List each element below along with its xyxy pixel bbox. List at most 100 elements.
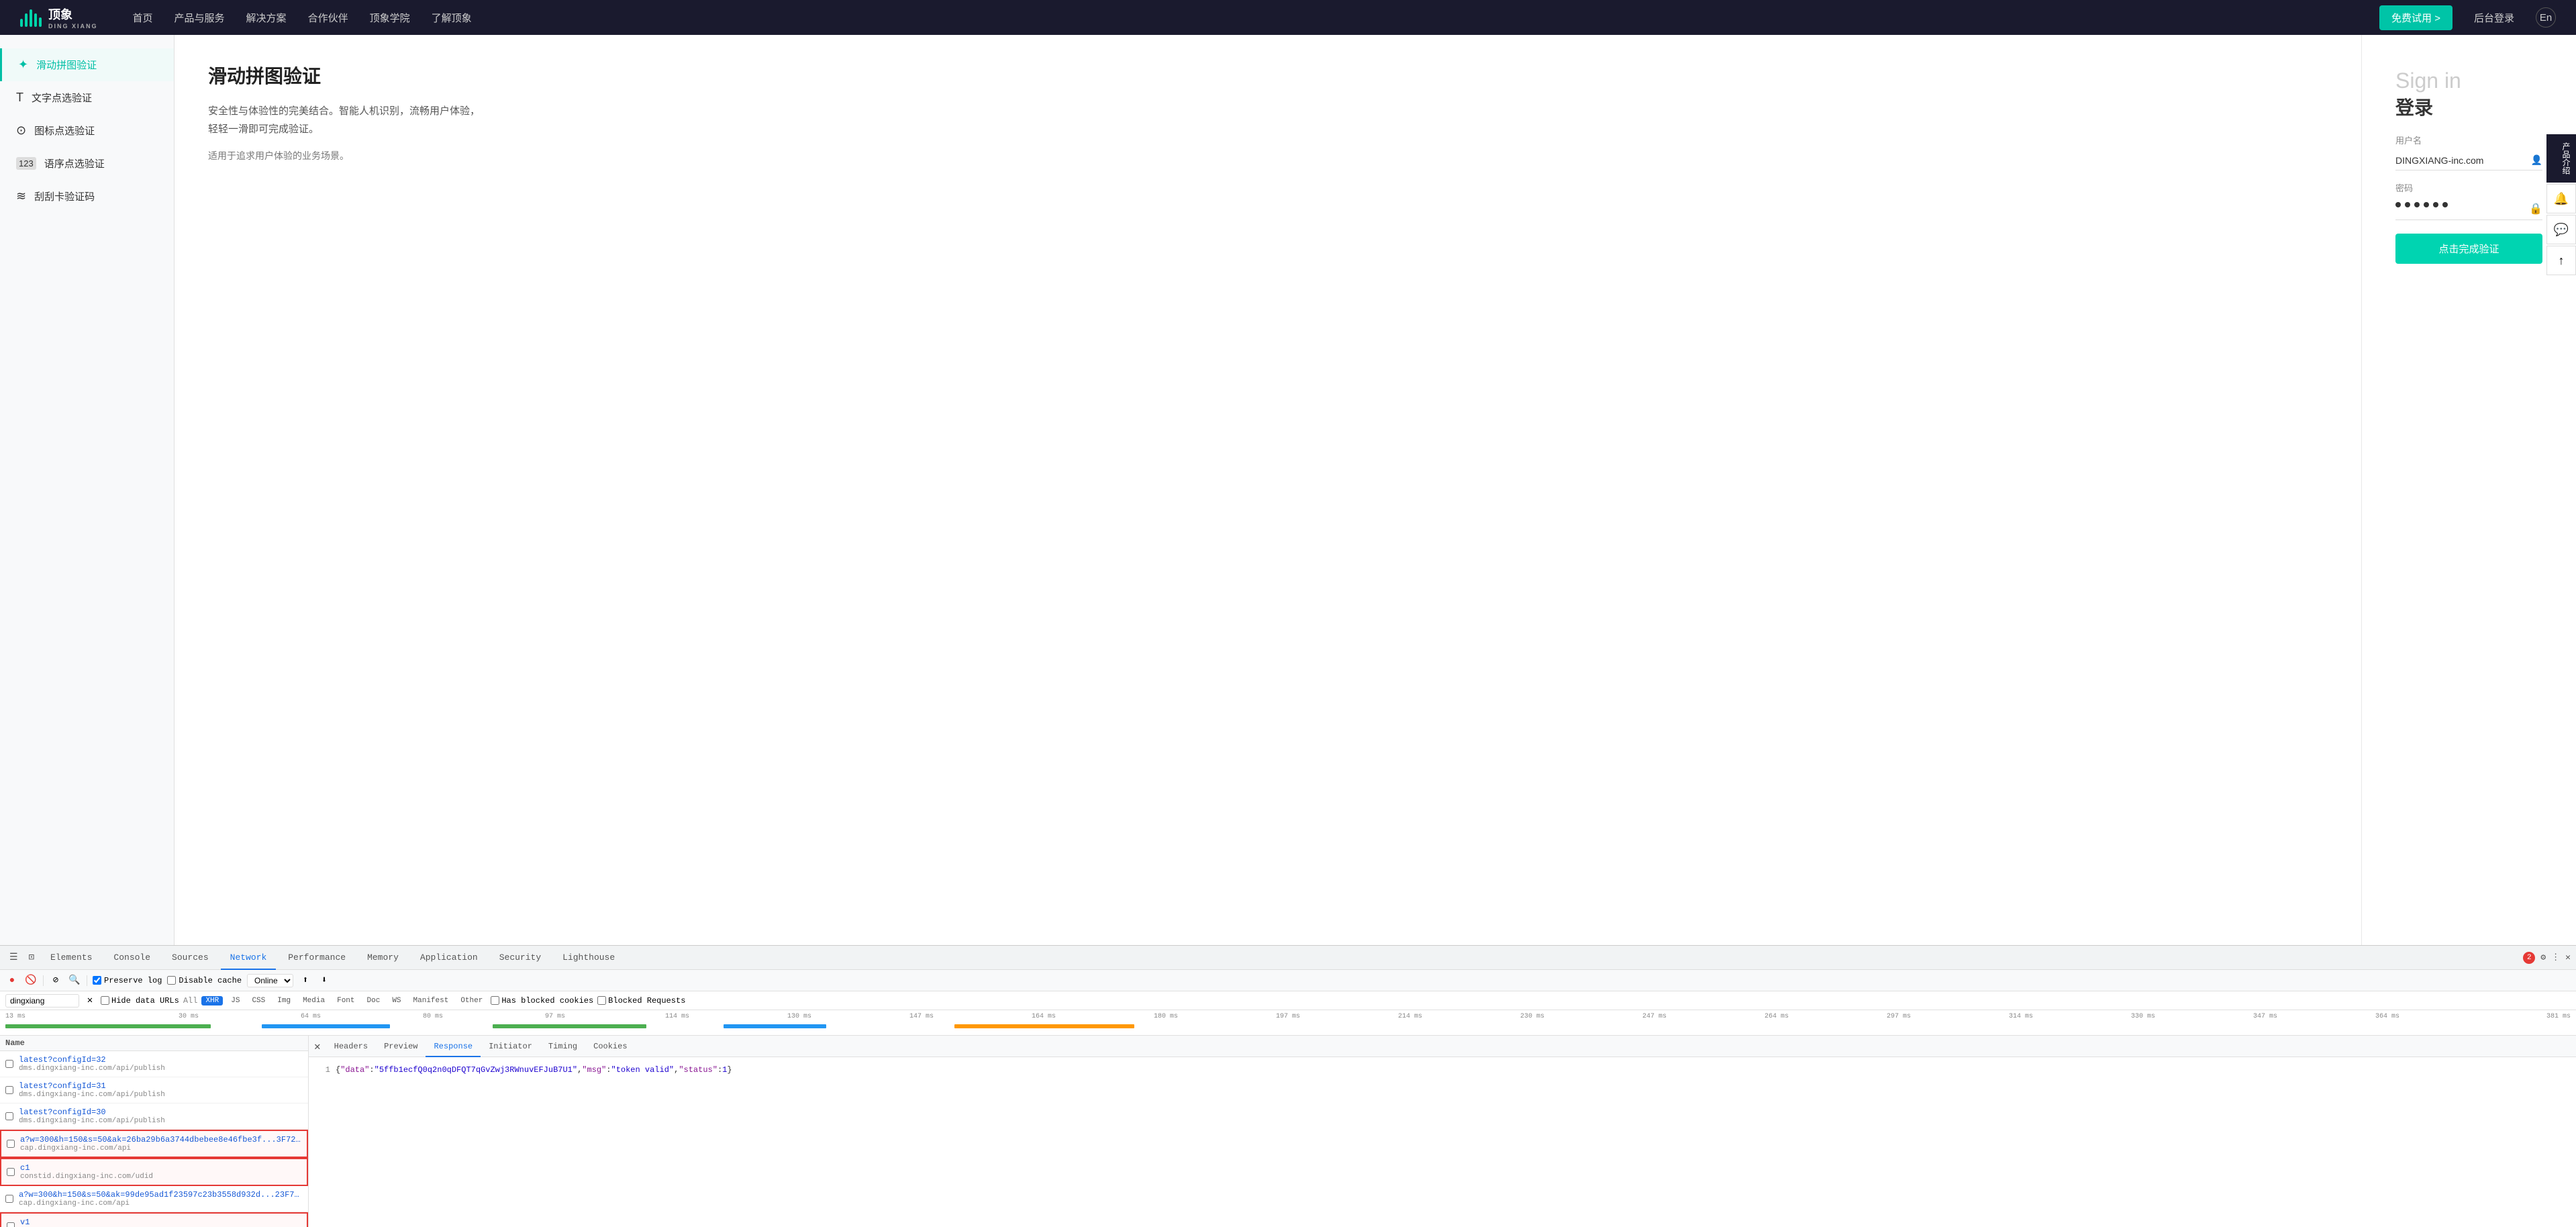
- tab-network[interactable]: Network: [221, 946, 277, 970]
- has-blocked-cookies-checkbox[interactable]: Has blocked cookies: [491, 996, 593, 1005]
- detail-tab-timing[interactable]: Timing: [540, 1036, 585, 1057]
- network-row-6[interactable]: v1 cap.dingxiang-inc.com/api: [0, 1212, 308, 1227]
- filter-font[interactable]: Font: [333, 996, 358, 1005]
- row-1-checkbox[interactable]: [5, 1086, 13, 1094]
- filter-manifest[interactable]: Manifest: [409, 996, 453, 1005]
- devtools-icon-1[interactable]: ☰: [5, 952, 22, 963]
- filter-doc[interactable]: Doc: [363, 996, 385, 1005]
- detail-tab-initiator[interactable]: Initiator: [481, 1036, 540, 1057]
- nav-link-products[interactable]: 产品与服务: [175, 11, 225, 25]
- detail-close-button[interactable]: ✕: [309, 1036, 326, 1057]
- nav-link-solutions[interactable]: 解决方案: [246, 11, 287, 25]
- record-button[interactable]: ●: [5, 974, 19, 987]
- timeline-bar-3: [493, 1024, 646, 1028]
- network-row-2[interactable]: latest?configId=30 dms.dingxiang-inc.com…: [0, 1103, 308, 1130]
- detail-tab-bar: ✕ Headers Preview Response Initiator Tim…: [309, 1036, 2576, 1057]
- timeline-labels-row: 13 ms 30 ms 64 ms 80 ms 97 ms 114 ms 130…: [5, 1013, 2571, 1020]
- network-row-5[interactable]: a?w=300&h=150&s=50&ak=99de95ad1f23597c23…: [0, 1186, 308, 1212]
- filter-media[interactable]: Media: [299, 996, 329, 1005]
- disable-cache-checkbox[interactable]: Disable cache: [167, 976, 242, 985]
- sidebar-item-text-select[interactable]: T 文字点选验证: [0, 81, 174, 114]
- float-btn-bell[interactable]: 🔔: [2546, 184, 2576, 213]
- settings-icon[interactable]: ⚙: [2540, 952, 2546, 963]
- blocked-requests-checkbox[interactable]: Blocked Requests: [597, 996, 685, 1005]
- row-5-checkbox[interactable]: [5, 1195, 13, 1203]
- tab-memory[interactable]: Memory: [358, 946, 408, 970]
- row-5-name: a?w=300&h=150&s=50&ak=99de95ad1f23597c23…: [19, 1190, 303, 1199]
- tab-sources[interactable]: Sources: [162, 946, 218, 970]
- nav-link-partners[interactable]: 合作伙伴: [308, 11, 348, 25]
- preserve-log-checkbox[interactable]: Preserve log: [93, 976, 162, 985]
- network-row-0[interactable]: latest?configId=32 dms.dingxiang-inc.com…: [0, 1051, 308, 1077]
- row-2-checkbox[interactable]: [5, 1112, 13, 1120]
- devtools-close-icon[interactable]: ✕: [2565, 952, 2571, 963]
- download-icon[interactable]: ⬇: [317, 974, 331, 987]
- search-icon[interactable]: 🔍: [68, 974, 81, 987]
- detail-tab-cookies[interactable]: Cookies: [585, 1036, 635, 1057]
- tab-security[interactable]: Security: [490, 946, 550, 970]
- tab-application[interactable]: Application: [411, 946, 487, 970]
- sidebar-item-icon-select[interactable]: ⊙ 图标点选验证: [0, 114, 174, 147]
- logo[interactable]: 顶象 DING XIANG: [20, 5, 98, 30]
- filter-clear-icon[interactable]: ✕: [83, 994, 97, 1008]
- blocked-requests-input[interactable]: [597, 996, 606, 1005]
- tl-12: 230 ms: [1471, 1013, 1593, 1020]
- float-btn-chat[interactable]: 💬: [2546, 215, 2576, 244]
- filter-all-label[interactable]: All: [183, 996, 198, 1005]
- float-btn-top[interactable]: ↑: [2546, 246, 2576, 275]
- clear-button[interactable]: 🚫: [24, 974, 38, 987]
- preserve-log-label: Preserve log: [104, 976, 162, 985]
- language-switcher[interactable]: En: [2536, 7, 2556, 28]
- network-row-1[interactable]: latest?configId=31 dms.dingxiang-inc.com…: [0, 1077, 308, 1103]
- filter-icon[interactable]: ⊘: [49, 974, 62, 987]
- hide-data-urls-label: Hide data URLs: [111, 996, 179, 1005]
- floating-sidebar: 产品介绍 🔔 💬 ↑: [2546, 134, 2576, 275]
- tab-console[interactable]: Console: [104, 946, 160, 970]
- tab-lighthouse[interactable]: Lighthouse: [553, 946, 624, 970]
- login-link[interactable]: 后台登录: [2474, 11, 2514, 25]
- filter-input[interactable]: [5, 994, 79, 1008]
- detail-tab-response[interactable]: Response: [426, 1036, 481, 1057]
- row-4-checkbox[interactable]: [7, 1168, 15, 1176]
- upload-icon[interactable]: ⬆: [299, 974, 312, 987]
- tab-elements[interactable]: Elements: [41, 946, 101, 970]
- nav-link-academy[interactable]: 顶象学院: [370, 11, 410, 25]
- filter-js[interactable]: JS: [227, 996, 244, 1005]
- network-row-4[interactable]: c1 constid.dingxiang-inc.com/udid: [0, 1158, 308, 1186]
- login-button[interactable]: 点击完成验证: [2395, 234, 2542, 264]
- network-list-header: Name: [0, 1036, 308, 1051]
- detail-tab-headers[interactable]: Headers: [326, 1036, 376, 1057]
- tl-13: 247 ms: [1593, 1013, 1716, 1020]
- sidebar-item-sequence-select[interactable]: 123 语序点选验证: [0, 147, 174, 180]
- row-3-checkbox[interactable]: [7, 1140, 15, 1148]
- cta-button[interactable]: 免费试用 >: [2379, 5, 2453, 30]
- hide-data-urls-input[interactable]: [101, 996, 109, 1005]
- filter-css[interactable]: CSS: [248, 996, 269, 1005]
- timeline-bar-1: [5, 1024, 211, 1028]
- detail-tab-preview[interactable]: Preview: [376, 1036, 426, 1057]
- sidebar-item-scratch[interactable]: ≋ 刮刮卡验证码: [0, 180, 174, 213]
- filter-img[interactable]: Img: [273, 996, 295, 1005]
- tab-performance[interactable]: Performance: [279, 946, 355, 970]
- float-btn-intro[interactable]: 产品介绍: [2546, 134, 2576, 183]
- filter-ws[interactable]: WS: [388, 996, 405, 1005]
- network-throttle-select[interactable]: Online: [247, 974, 293, 987]
- hide-data-urls-checkbox[interactable]: Hide data URLs: [101, 996, 179, 1005]
- devtools-icon-2[interactable]: ⊡: [25, 952, 38, 963]
- filter-other[interactable]: Other: [456, 996, 487, 1005]
- has-blocked-cookies-input[interactable]: [491, 996, 499, 1005]
- sidebar-item-slide-puzzle[interactable]: ✦ 滑动拼图验证: [0, 48, 174, 81]
- captcha-title: 滑动拼图验证: [208, 62, 2328, 89]
- network-row-3[interactable]: a?w=300&h=150&s=50&ak=26ba29b6a3744dbebe…: [0, 1130, 308, 1158]
- tl-11: 214 ms: [1349, 1013, 1471, 1020]
- nav-link-home[interactable]: 首页: [133, 11, 153, 25]
- row-6-checkbox[interactable]: [7, 1222, 15, 1227]
- more-icon[interactable]: ⋮: [2551, 952, 2560, 963]
- disable-cache-input[interactable]: [167, 976, 176, 985]
- top-navigation: 顶象 DING XIANG 首页 产品与服务 解决方案 合作伙伴 顶象学院 了解…: [0, 0, 2576, 35]
- filter-xhr[interactable]: XHR: [201, 996, 223, 1005]
- toolbar-divider-1: [43, 975, 44, 986]
- row-0-checkbox[interactable]: [5, 1060, 13, 1068]
- preserve-log-input[interactable]: [93, 976, 101, 985]
- nav-link-about[interactable]: 了解顶象: [432, 11, 472, 25]
